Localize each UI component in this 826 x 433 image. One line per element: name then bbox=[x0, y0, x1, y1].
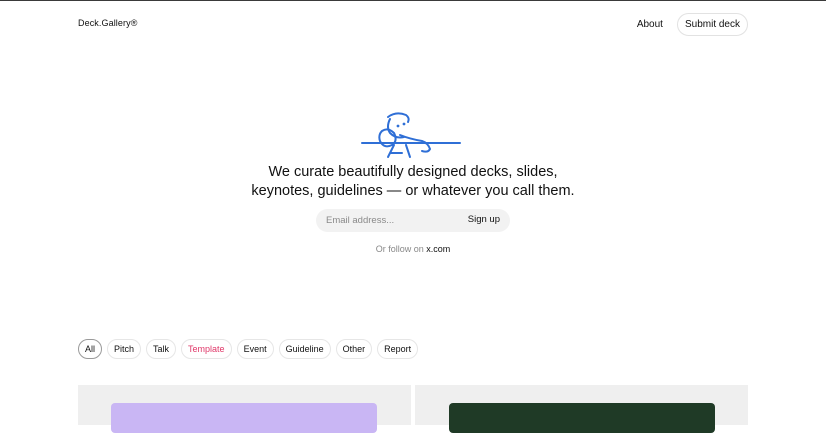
sign-up-button[interactable]: Sign up bbox=[468, 214, 500, 225]
headline-line-2: keynotes, guidelines — or whatever you c… bbox=[251, 183, 575, 199]
filter-event[interactable]: Event bbox=[236, 339, 274, 359]
filter-report[interactable]: Report bbox=[377, 339, 419, 359]
deck-card[interactable] bbox=[78, 385, 411, 433]
reclining-person-illustration bbox=[361, 112, 461, 158]
follow-line: Or follow on x.com bbox=[0, 244, 826, 254]
x-link[interactable]: x.com bbox=[426, 244, 450, 254]
submit-deck-button[interactable]: Submit deck bbox=[676, 13, 748, 36]
deck-thumbnail bbox=[449, 403, 715, 433]
top-nav: About Submit deck bbox=[633, 13, 748, 36]
headline-line-1: We curate beautifully designed decks, sl… bbox=[268, 164, 558, 180]
email-input[interactable] bbox=[326, 209, 456, 232]
hero-headline: We curate beautifully designed decks, sl… bbox=[0, 163, 826, 201]
site-logo[interactable]: Deck.Gallery® bbox=[78, 18, 137, 28]
newsletter-form: Sign up bbox=[316, 209, 510, 232]
deck-card[interactable] bbox=[415, 385, 748, 433]
filter-other[interactable]: Other bbox=[335, 339, 373, 359]
category-filters: All Pitch Talk Template Event Guideline … bbox=[78, 339, 419, 359]
filter-all[interactable]: All bbox=[78, 339, 103, 359]
about-link[interactable]: About bbox=[633, 19, 667, 30]
filter-template[interactable]: Template bbox=[181, 339, 232, 359]
deck-thumbnail bbox=[111, 403, 377, 433]
site-header: Deck.Gallery® About Submit deck bbox=[78, 13, 748, 36]
filter-talk[interactable]: Talk bbox=[146, 339, 177, 359]
filter-pitch[interactable]: Pitch bbox=[107, 339, 142, 359]
filter-guideline[interactable]: Guideline bbox=[278, 339, 331, 359]
follow-prefix: Or follow on bbox=[375, 244, 424, 254]
